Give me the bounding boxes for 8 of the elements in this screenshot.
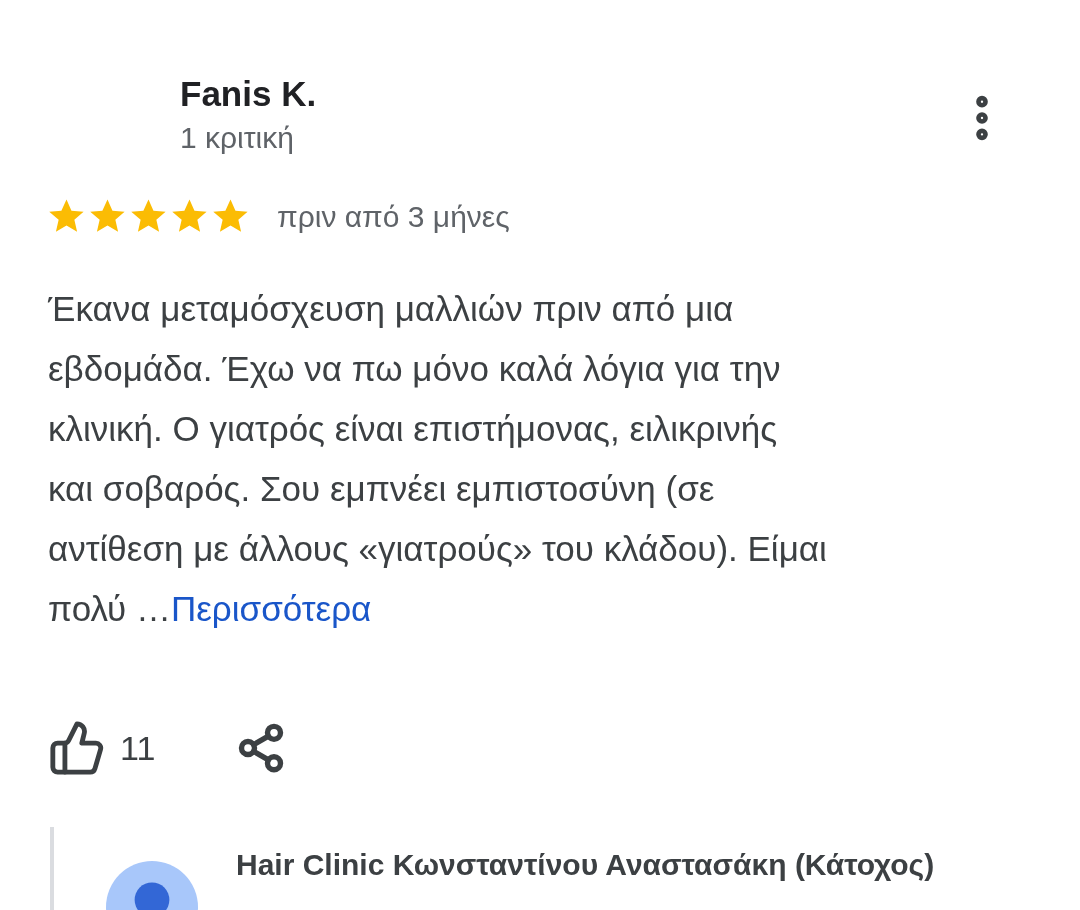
thumbs-up-icon — [48, 719, 106, 777]
author-name[interactable]: Fanis K. — [180, 72, 317, 116]
review-date: πριν από 3 μήνες — [277, 199, 510, 235]
like-button[interactable]: 11 — [48, 719, 156, 777]
review-count: 1 κριτική — [180, 120, 295, 156]
review-text: Έκανα μεταμόσχευση μαλλιών πριν από μια εβδομάδα. Έχω να πω μόνο καλά λόγια για την κλινική. Ο γιατρός είναι επιστήμονας, ειλικρινής και σοβαρός. Σου εμπνέει εμπιστοσύνη (σε αντίθεση με άλλους «γιατρούς» του κλάδου). Είμαι πολύ …Περισσότερα — [47, 288, 828, 630]
owner-name: Hair Clinic Κωνσταντίνου Αναστασάκη (Κάτοχος) — [236, 847, 935, 883]
more-link[interactable]: Περισσότερα — [171, 589, 372, 628]
